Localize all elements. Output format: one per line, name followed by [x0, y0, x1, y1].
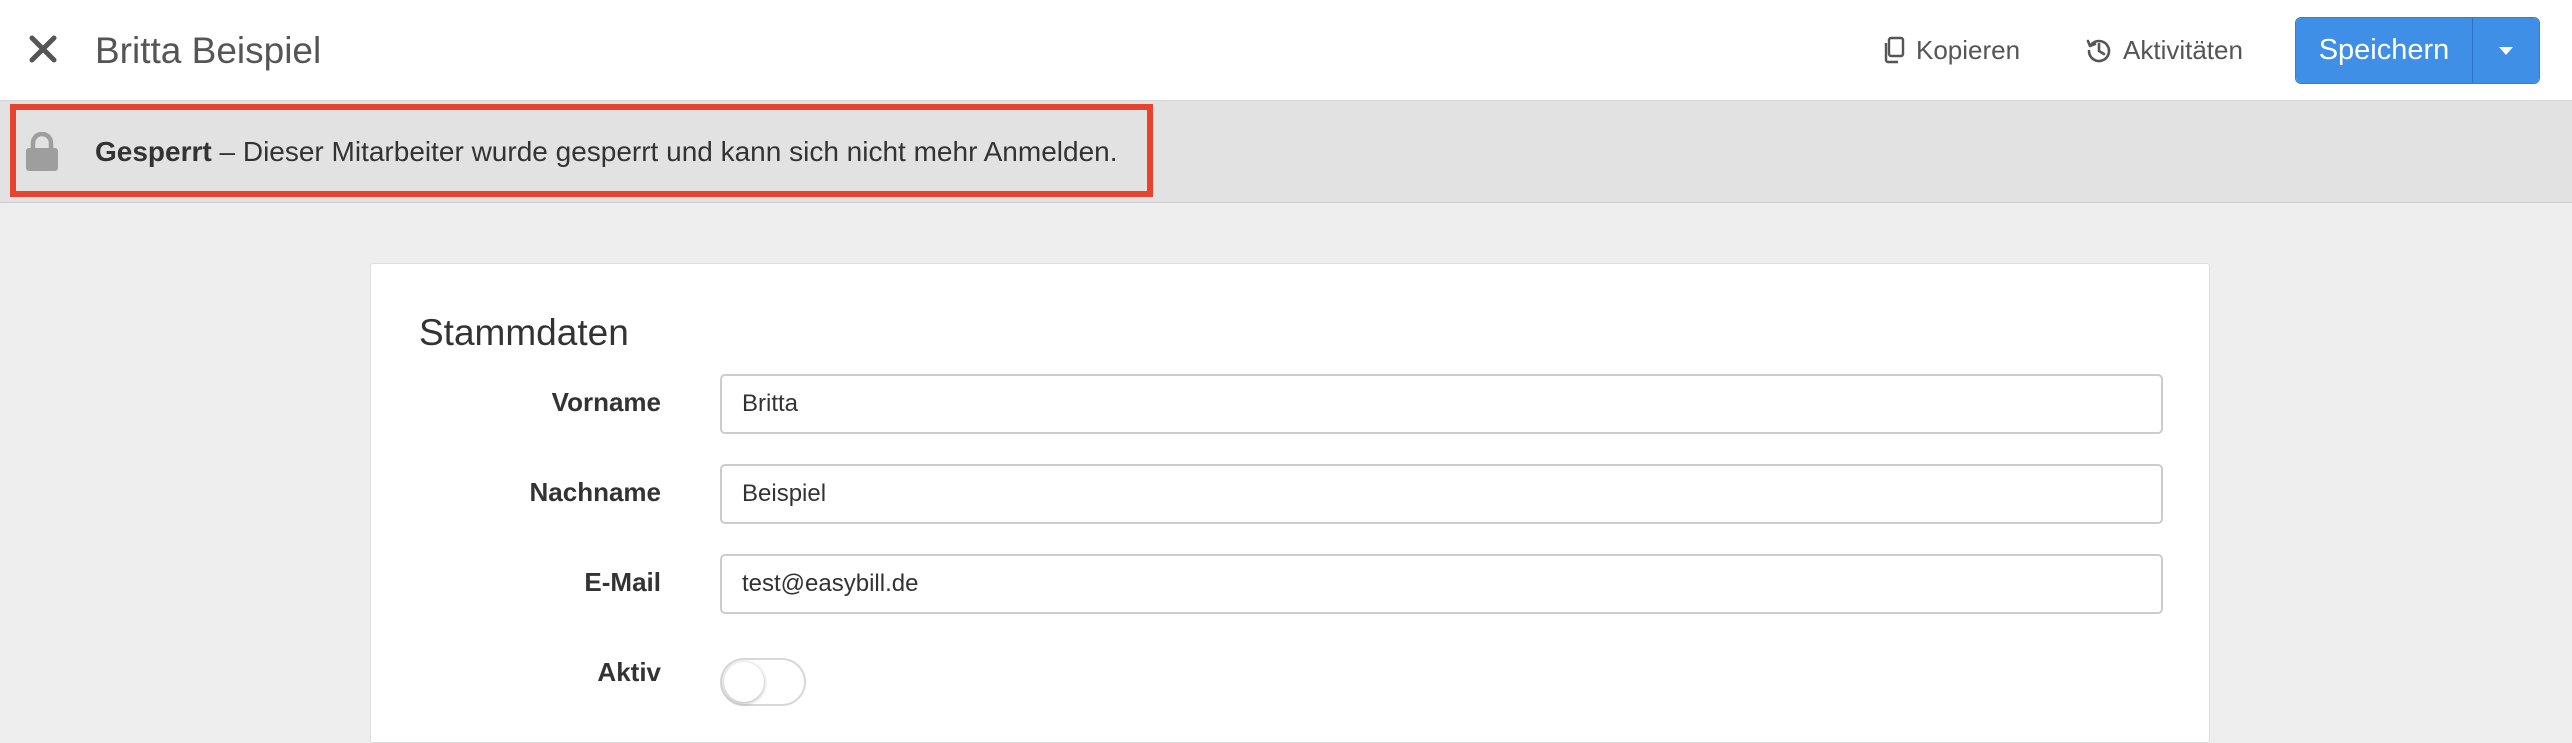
last-name-label: Nachname — [529, 477, 662, 507]
save-dropdown-toggle[interactable] — [2473, 18, 2539, 83]
email-label: E-Mail — [584, 567, 661, 597]
copy-button[interactable]: Kopieren — [1882, 28, 2020, 72]
close-icon — [29, 35, 57, 63]
last-name-input[interactable]: Beispiel — [720, 464, 2163, 524]
lock-description: – Dieser Mitarbeiter wurde gesperrt und … — [211, 136, 1118, 167]
page-title: Britta Beispiel — [95, 30, 322, 71]
section-title: Stammdaten — [419, 312, 629, 353]
lock-status-label: Gesperrt — [95, 136, 212, 167]
toggle-knob — [724, 662, 764, 702]
copy-icon — [1884, 36, 1905, 64]
first-name-input[interactable]: Britta — [720, 374, 2163, 434]
activities-button-label: Aktivitäten — [2123, 34, 2243, 65]
copy-button-label: Kopieren — [1916, 34, 2021, 65]
activities-button[interactable]: Aktivitäten — [2085, 28, 2243, 72]
email-input[interactable]: test@easybill.de — [720, 554, 2163, 614]
master-data-card: Stammdaten Vorname Britta Nachname Beisp… — [370, 263, 2210, 743]
lock-icon — [26, 132, 58, 171]
active-label: Aktiv — [597, 657, 661, 687]
close-button[interactable] — [22, 28, 64, 70]
save-button[interactable]: Speichern — [2296, 18, 2473, 83]
top-toolbar: Britta Beispiel Kopieren Aktivitäten Spe… — [0, 0, 2572, 101]
first-name-label: Vorname — [551, 387, 661, 417]
active-toggle[interactable] — [720, 658, 806, 706]
history-icon — [2086, 39, 2111, 63]
caret-down-icon — [2499, 46, 2513, 55]
lock-message: Gesperrt – Dieser Mitarbeiter wurde gesp… — [95, 132, 1118, 172]
save-button-group: Speichern — [2295, 17, 2540, 84]
